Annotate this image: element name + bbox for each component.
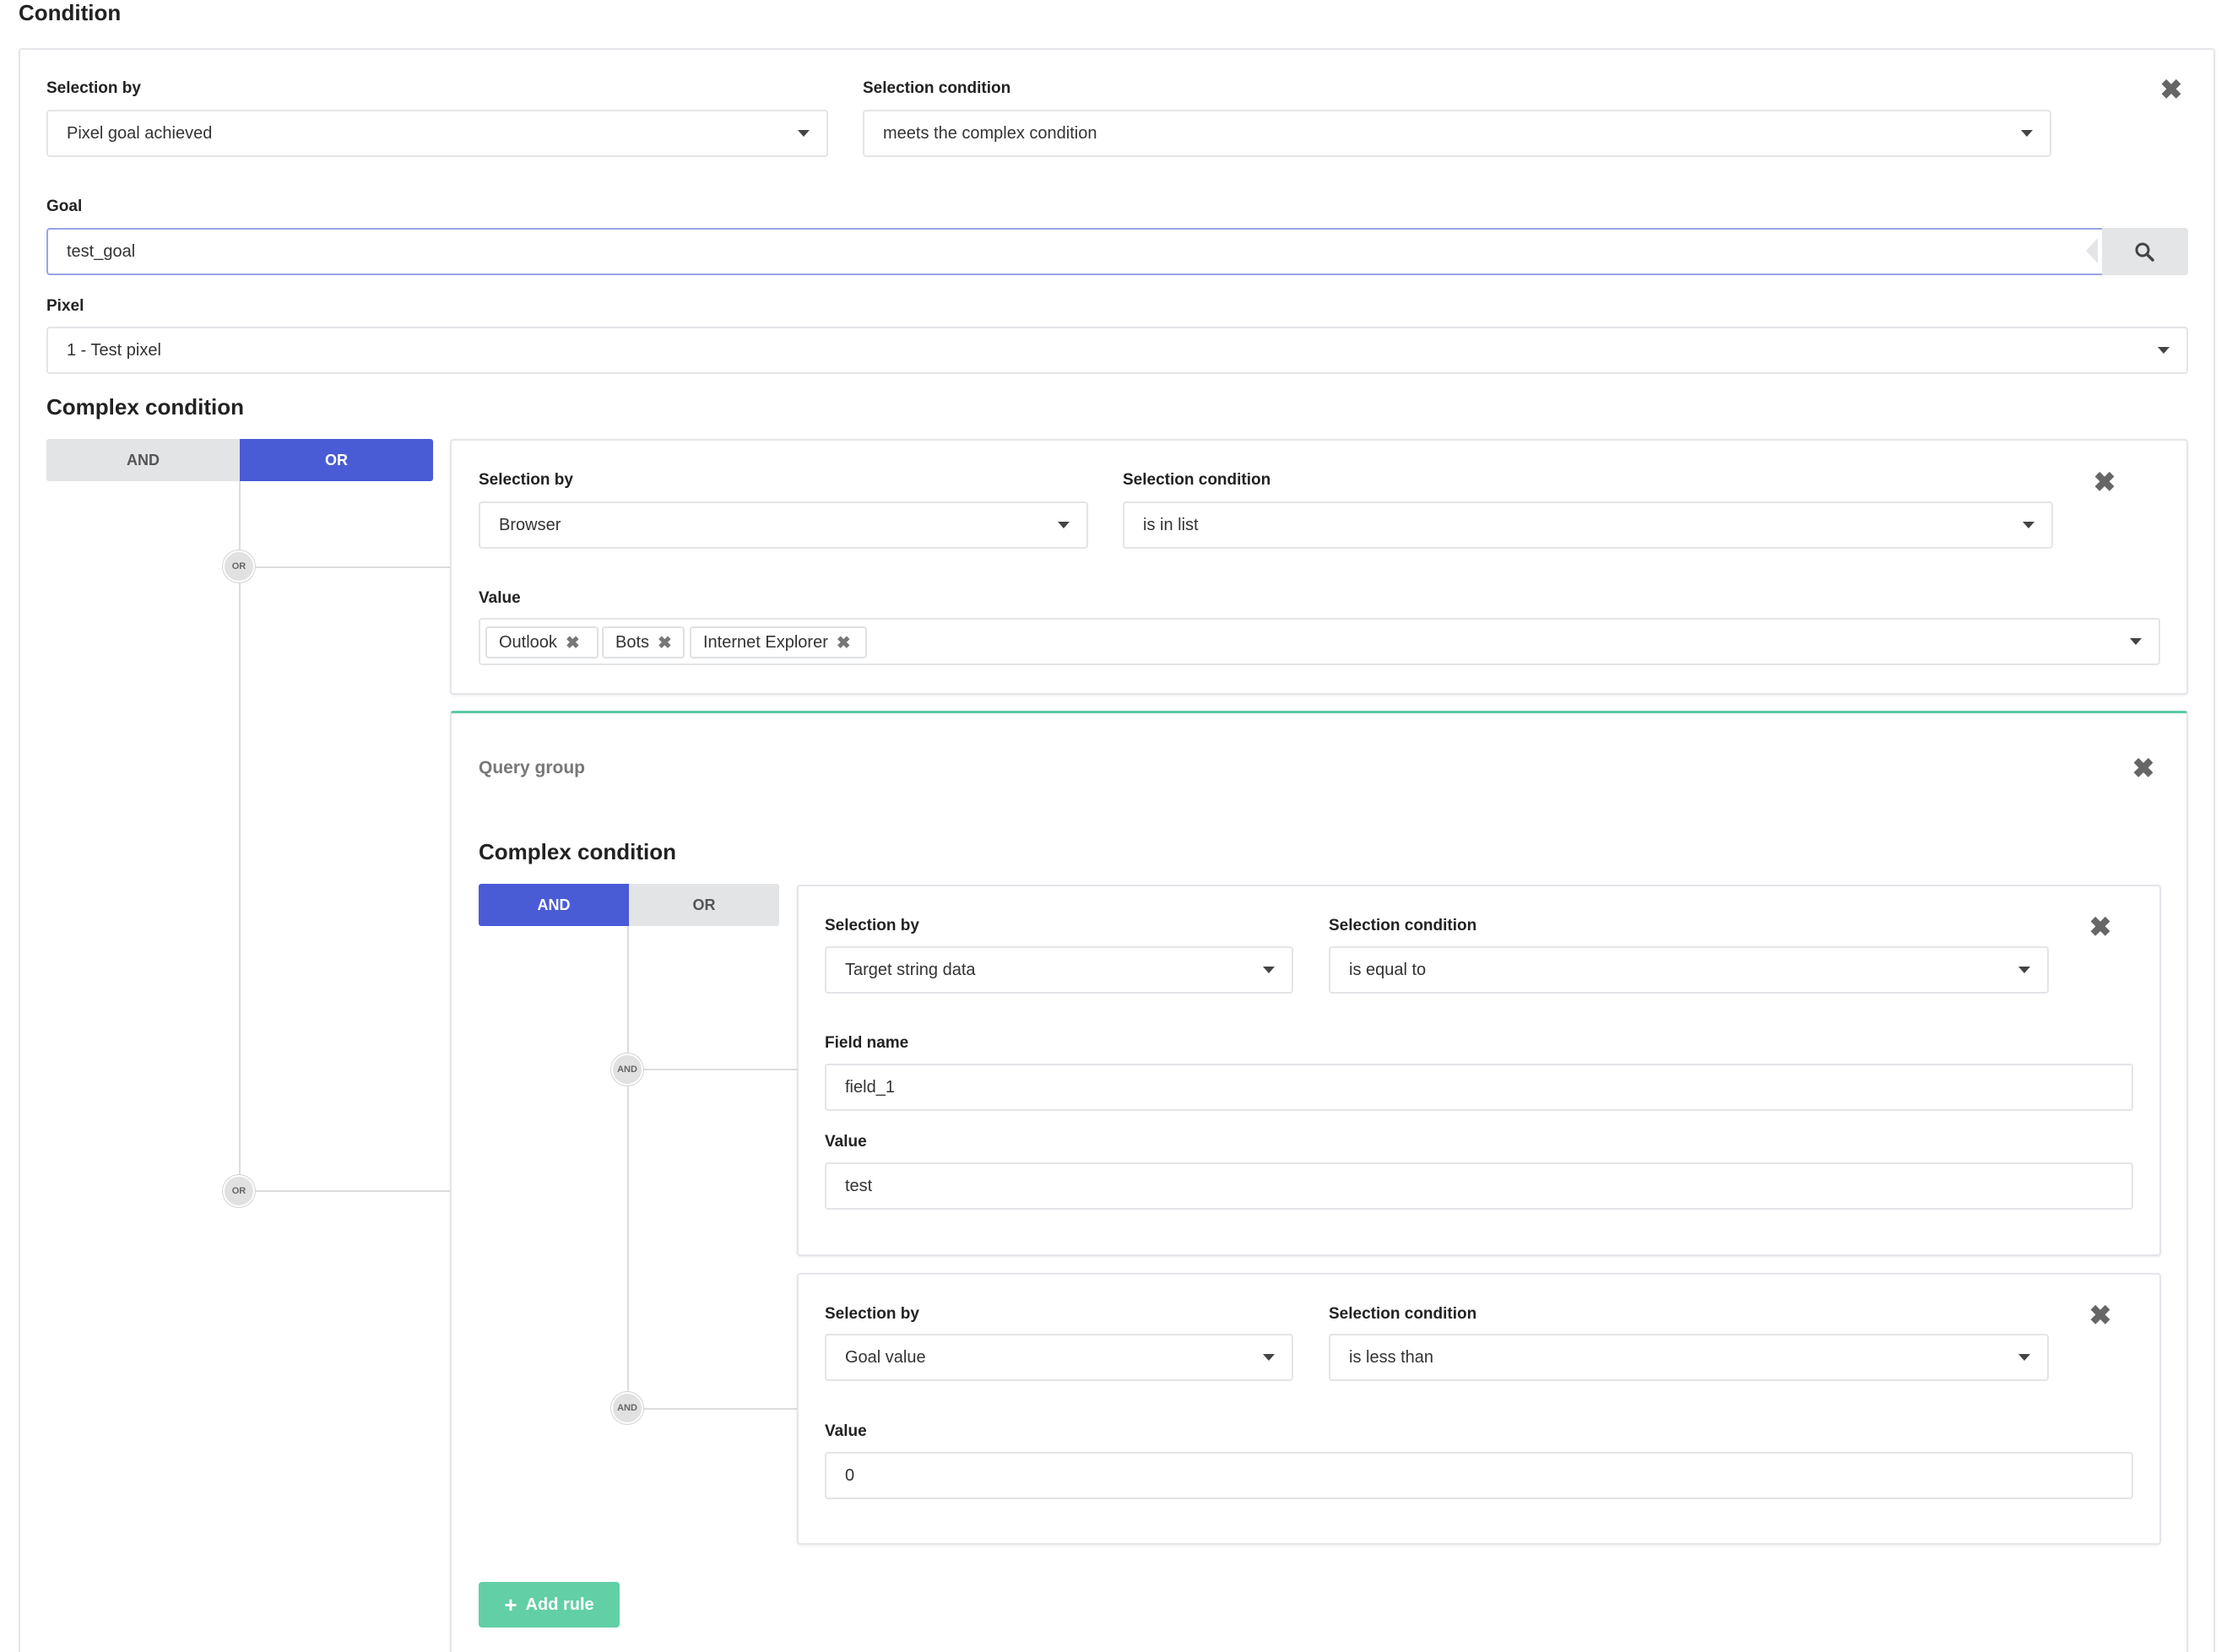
selection-by-label: Selection by (479, 471, 573, 489)
close-icon[interactable]: ✖ (2088, 1302, 2112, 1329)
value-label: Value (825, 1133, 867, 1151)
query-group-title: Query group (479, 758, 586, 777)
goal-input-spinner (2086, 238, 2098, 263)
pixel-value: 1 - Test pixel (67, 340, 161, 360)
rule2-value: 0 (845, 1465, 855, 1485)
selection-condition-label: Selection condition (1329, 1305, 1477, 1323)
tree-connector (627, 1069, 797, 1070)
field-name-label: Field name (825, 1034, 909, 1052)
tree-connector (239, 1190, 450, 1192)
and-node-badge: AND (611, 1392, 643, 1424)
tree-connector (239, 481, 241, 1192)
selection-by-label: Selection by (46, 79, 141, 97)
selection-condition-label: Selection condition (1123, 471, 1271, 489)
tag-label: Outlook (499, 632, 557, 652)
browser-selection-condition-value: is in list (1143, 515, 1199, 534)
rule1-value-input[interactable]: test (825, 1162, 2133, 1210)
chevron-down-icon (1263, 1354, 1275, 1361)
goal-search-button[interactable] (2102, 228, 2188, 275)
rule1-value: test (845, 1176, 873, 1195)
search-icon (2135, 242, 2154, 262)
or-toggle-button[interactable]: OR (240, 439, 433, 481)
or-node-badge: OR (223, 1175, 255, 1207)
rule2-selection-by-value: Goal value (845, 1347, 926, 1367)
chevron-down-icon (2158, 347, 2170, 354)
remove-tag-icon[interactable]: ✖ (658, 632, 672, 653)
browser-selection-by-select[interactable]: Browser (479, 501, 1088, 549)
and-toggle-button[interactable]: AND (46, 439, 240, 481)
and-toggle-button[interactable]: AND (479, 884, 629, 926)
rule1-selection-by-value: Target string data (845, 960, 976, 979)
chevron-down-icon (2018, 1354, 2030, 1361)
page-title: Condition (19, 0, 122, 25)
browser-selection-condition-select[interactable]: is in list (1123, 501, 2053, 549)
remove-tag-icon[interactable]: ✖ (837, 632, 851, 653)
rule2-selection-condition-value: is less than (1349, 1347, 1434, 1367)
rule2-selection-condition-select[interactable]: is less than (1329, 1334, 2049, 1381)
tree-connector (627, 1408, 797, 1410)
complex-condition-title: Complex condition (46, 394, 244, 420)
rule1-selection-by-select[interactable]: Target string data (825, 946, 1293, 994)
selection-by-label: Selection by (825, 917, 919, 934)
selection-condition-value: meets the complex condition (883, 123, 1097, 143)
tag-bots[interactable]: Bots ✖ (602, 626, 685, 658)
plus-icon: + (504, 1592, 517, 1617)
tag-internet-explorer[interactable]: Internet Explorer ✖ (690, 626, 867, 658)
selection-by-label: Selection by (825, 1305, 919, 1323)
and-node-badge: AND (611, 1053, 643, 1086)
rule1-selection-condition-value: is equal to (1349, 960, 1427, 979)
close-icon[interactable]: ✖ (2093, 469, 2116, 496)
chevron-down-icon (798, 130, 810, 137)
group-complex-condition-title: Complex condition (479, 839, 676, 864)
pixel-select[interactable]: 1 - Test pixel (46, 327, 2188, 374)
or-node-badge: OR (223, 550, 255, 582)
selection-condition-label: Selection condition (1329, 917, 1477, 934)
tag-label: Internet Explorer (703, 632, 828, 652)
selection-condition-select[interactable]: meets the complex condition (863, 110, 2051, 157)
close-icon[interactable]: ✖ (2132, 755, 2155, 782)
selection-condition-label: Selection condition (863, 79, 1011, 97)
tag-outlook[interactable]: Outlook ✖ (485, 626, 599, 658)
goal-value: test_goal (67, 241, 136, 261)
remove-tag-icon[interactable]: ✖ (566, 632, 580, 653)
group-and-or-toggle: AND OR (479, 884, 779, 926)
group-rule-card (797, 1273, 2161, 1545)
tag-label: Bots (615, 632, 650, 652)
selection-by-select[interactable]: Pixel goal achieved (46, 110, 828, 157)
rule2-value-input[interactable]: 0 (825, 1452, 2133, 1499)
selection-by-value: Pixel goal achieved (67, 123, 213, 143)
add-rule-label: Add rule (525, 1595, 594, 1614)
chevron-down-icon (2021, 130, 2033, 137)
chevron-down-icon (2023, 522, 2034, 528)
close-icon[interactable]: ✖ (2088, 913, 2112, 940)
field-name-value: field_1 (845, 1077, 895, 1097)
browser-selection-by-value: Browser (499, 515, 561, 534)
tree-connector (627, 926, 629, 1409)
chevron-down-icon (2018, 967, 2030, 973)
and-or-toggle: AND OR (46, 439, 433, 481)
browser-value-multiselect[interactable]: Outlook ✖ Bots ✖ Internet Explorer ✖ (479, 618, 2160, 665)
goal-label: Goal (46, 198, 83, 215)
rule2-selection-by-select[interactable]: Goal value (825, 1334, 1293, 1381)
tree-connector (239, 566, 450, 568)
value-label: Value (479, 589, 521, 607)
field-name-input[interactable]: field_1 (825, 1064, 2133, 1111)
add-rule-button[interactable]: + Add rule (479, 1582, 620, 1628)
chevron-down-icon (2130, 638, 2142, 645)
pixel-label: Pixel (46, 297, 84, 315)
chevron-down-icon (1058, 522, 1070, 528)
value-label: Value (825, 1422, 867, 1440)
close-icon[interactable]: ✖ (2159, 76, 2183, 103)
chevron-down-icon (1263, 967, 1275, 973)
goal-input[interactable]: test_goal (46, 228, 2105, 275)
or-toggle-button[interactable]: OR (629, 884, 779, 926)
rule1-selection-condition-select[interactable]: is equal to (1329, 946, 2049, 994)
